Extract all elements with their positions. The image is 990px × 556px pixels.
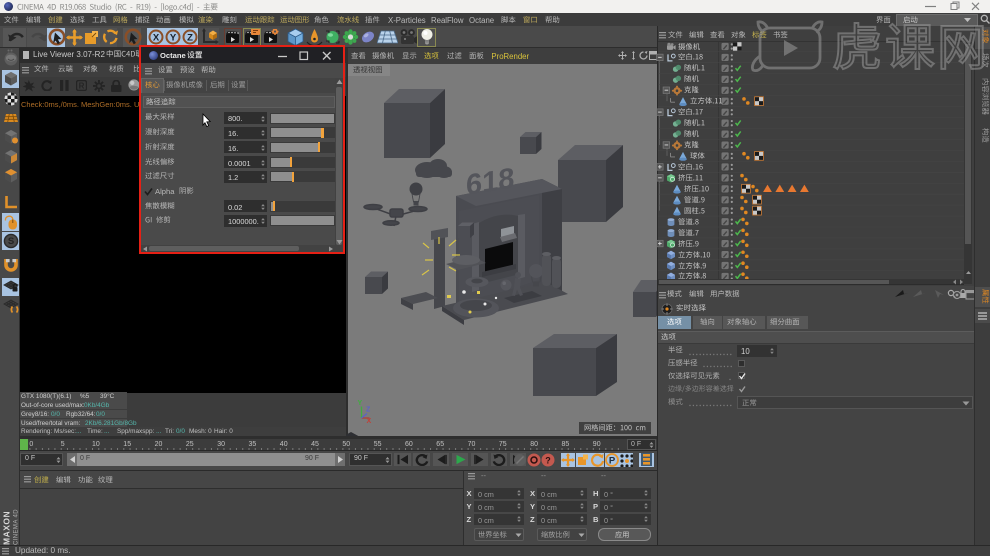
svg-text:R: R [79,82,85,91]
